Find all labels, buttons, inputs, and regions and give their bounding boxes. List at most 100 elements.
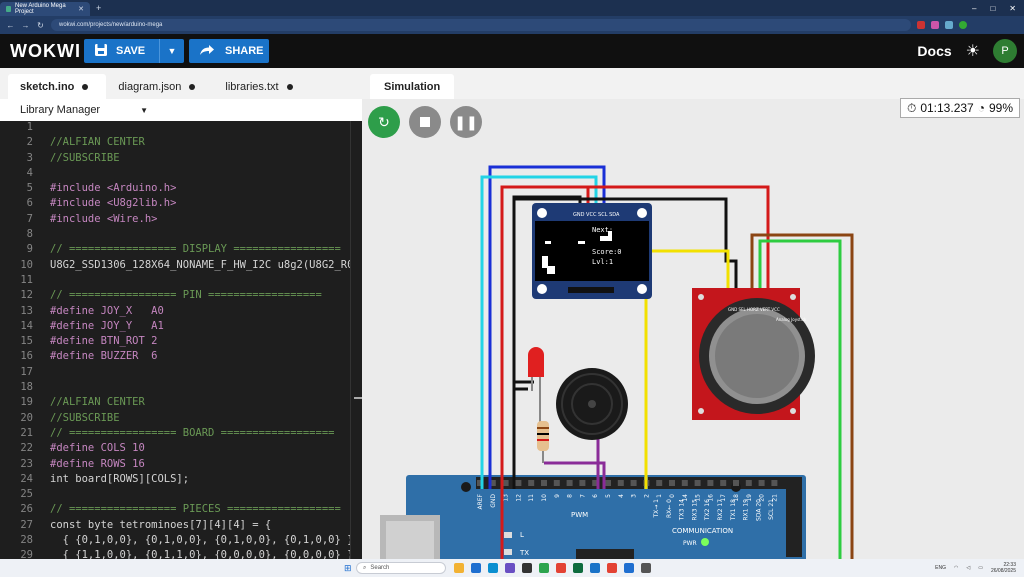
- code-line[interactable]: 10 U8G2_SSD1306_128X64_NONAME_F_HW_I2C u8…: [0, 259, 362, 274]
- wifi-icon[interactable]: ◠: [954, 565, 958, 571]
- code-line[interactable]: 23 #define ROWS 16: [0, 458, 362, 473]
- windows-start-icon[interactable]: ⊞: [344, 563, 352, 574]
- app-icon[interactable]: [454, 563, 464, 573]
- code-line[interactable]: 19 //ALFIAN CENTER: [0, 396, 362, 411]
- header-pin[interactable]: [707, 480, 714, 486]
- code-line[interactable]: 16 #define BUZZER 6: [0, 350, 362, 365]
- app-icon[interactable]: [505, 563, 515, 573]
- header-pin[interactable]: [681, 480, 688, 486]
- code-line[interactable]: 4: [0, 167, 362, 182]
- new-tab-icon[interactable]: +: [96, 3, 101, 13]
- header-pin[interactable]: [515, 480, 522, 486]
- app-icon[interactable]: [488, 563, 498, 573]
- clock[interactable]: 22:33 26/08/2025: [991, 562, 1016, 574]
- back-icon[interactable]: ←: [6, 21, 15, 30]
- code-line[interactable]: 14 #define JOY_Y A1: [0, 320, 362, 335]
- battery-icon[interactable]: ▭: [978, 565, 983, 571]
- reload-icon[interactable]: ↻: [36, 21, 45, 30]
- stop-simulation-button[interactable]: [409, 106, 441, 138]
- code-line[interactable]: 11: [0, 274, 362, 289]
- tab-simulation[interactable]: Simulation: [370, 74, 455, 99]
- tab-libraries-txt[interactable]: libraries.txt: [213, 74, 310, 99]
- browser-tab[interactable]: New Arduino Mega Project ✕: [0, 2, 90, 16]
- profile-icon[interactable]: [959, 21, 967, 29]
- code-line[interactable]: 9 // ================= DISPLAY ==========…: [0, 243, 362, 258]
- circuit-canvas[interactable]: AREF GND 13 12 11 10 9 8 7 6 5 4 3 2 1 0 14 15 16 17 18 19 20 2…: [362, 99, 1024, 559]
- resistor[interactable]: [537, 421, 549, 463]
- header-pin[interactable]: [630, 480, 637, 486]
- header-pin[interactable]: [656, 480, 663, 486]
- code-line[interactable]: 17: [0, 366, 362, 381]
- app-icon[interactable]: [624, 563, 634, 573]
- header-pin[interactable]: [605, 480, 611, 486]
- pause-simulation-button[interactable]: ❚❚: [450, 106, 482, 138]
- wokwi-logo[interactable]: WOKWI: [10, 41, 82, 62]
- tab-sketch-ino[interactable]: sketch.ino: [8, 74, 107, 99]
- code-line[interactable]: 26 // ================= PIECES ==========…: [0, 503, 362, 518]
- share-button[interactable]: SHARE: [189, 39, 269, 63]
- app-icon[interactable]: [573, 563, 583, 573]
- header-pin[interactable]: [617, 480, 624, 486]
- extension-icon[interactable]: [931, 21, 939, 29]
- forward-icon[interactable]: →: [21, 21, 30, 30]
- close-tab-icon[interactable]: ✕: [78, 5, 84, 13]
- extension-icon[interactable]: [945, 21, 953, 29]
- app-icon[interactable]: [522, 563, 532, 573]
- header-pin[interactable]: [745, 480, 752, 486]
- header-pin[interactable]: [669, 480, 675, 486]
- tab-diagram-json[interactable]: diagram.json: [106, 74, 213, 99]
- code-line[interactable]: 21 // ================= BOARD ===========…: [0, 427, 362, 442]
- docs-link[interactable]: Docs: [917, 43, 951, 59]
- code-line[interactable]: 6 #include <U8g2lib.h>: [0, 197, 362, 212]
- restart-simulation-button[interactable]: ↻: [368, 106, 400, 138]
- red-led[interactable]: [528, 347, 544, 423]
- header-pin[interactable]: [528, 480, 535, 486]
- header-pin[interactable]: [733, 480, 739, 486]
- code-line[interactable]: 1: [0, 121, 362, 136]
- code-line[interactable]: 2 //ALFIAN CENTER: [0, 136, 362, 151]
- app-icon[interactable]: [641, 563, 651, 573]
- volume-icon[interactable]: ◁: [966, 565, 970, 571]
- code-line[interactable]: 22 #define COLS 10: [0, 442, 362, 457]
- header-pin[interactable]: [758, 480, 765, 486]
- minimize-button[interactable]: –: [972, 4, 976, 13]
- save-options-chevron-icon[interactable]: ▼: [160, 46, 184, 56]
- library-manager-tab[interactable]: Library Manager: [20, 104, 100, 116]
- code-line[interactable]: 7 #include <Wire.h>: [0, 213, 362, 228]
- code-line[interactable]: 12 // ================= PIN =============…: [0, 289, 362, 304]
- piezo-buzzer[interactable]: [556, 368, 628, 440]
- url-field[interactable]: wokwi.com/projects/new/arduino-mega: [51, 19, 911, 31]
- maximize-button[interactable]: □: [990, 4, 995, 13]
- close-window-button[interactable]: ✕: [1009, 4, 1016, 13]
- header-pin[interactable]: [720, 480, 727, 486]
- code-line[interactable]: 20 //SUBSCRIBE: [0, 412, 362, 427]
- header-pin[interactable]: [579, 480, 586, 486]
- code-line[interactable]: 29 { {1,1,0,0}, {0,1,1,0}, {0,0,0,0}, {0…: [0, 549, 362, 559]
- editor-scrollbar[interactable]: [350, 121, 362, 559]
- header-pin[interactable]: [553, 480, 560, 486]
- code-line[interactable]: 27 const byte tetrominoes[7][4][4] = {: [0, 519, 362, 534]
- app-icon[interactable]: [471, 563, 481, 573]
- language-indicator[interactable]: ENG: [935, 565, 946, 571]
- library-menu-chevron-icon[interactable]: ▼: [140, 106, 148, 115]
- code-line[interactable]: 18: [0, 381, 362, 396]
- code-line[interactable]: 24 int board[ROWS][COLS];: [0, 473, 362, 488]
- code-line[interactable]: 8: [0, 228, 362, 243]
- code-line[interactable]: 28 { {0,1,0,0}, {0,1,0,0}, {0,1,0,0}, {0…: [0, 534, 362, 549]
- header-pin[interactable]: [566, 480, 573, 486]
- header-pin[interactable]: [771, 480, 778, 486]
- save-button[interactable]: SAVE: [84, 39, 160, 63]
- theme-toggle-sun-icon[interactable]: ☀: [966, 41, 980, 61]
- code-line[interactable]: 25: [0, 488, 362, 503]
- app-icon[interactable]: [607, 563, 617, 573]
- user-avatar[interactable]: P: [993, 39, 1017, 63]
- extension-icon[interactable]: [917, 21, 925, 29]
- code-line[interactable]: 5 #include <Arduino.h>: [0, 182, 362, 197]
- code-line[interactable]: 15 #define BTN_ROT 2: [0, 335, 362, 350]
- code-line[interactable]: 13 #define JOY_X A0: [0, 305, 362, 320]
- code-line[interactable]: 3 //SUBSCRIBE: [0, 152, 362, 167]
- app-icon[interactable]: [556, 563, 566, 573]
- header-pin[interactable]: [541, 480, 547, 486]
- code-area[interactable]: 1 2//ALFIAN CENTER 3//SUBSCRIBE 4 5 #include …: [0, 121, 362, 559]
- app-icon[interactable]: [539, 563, 549, 573]
